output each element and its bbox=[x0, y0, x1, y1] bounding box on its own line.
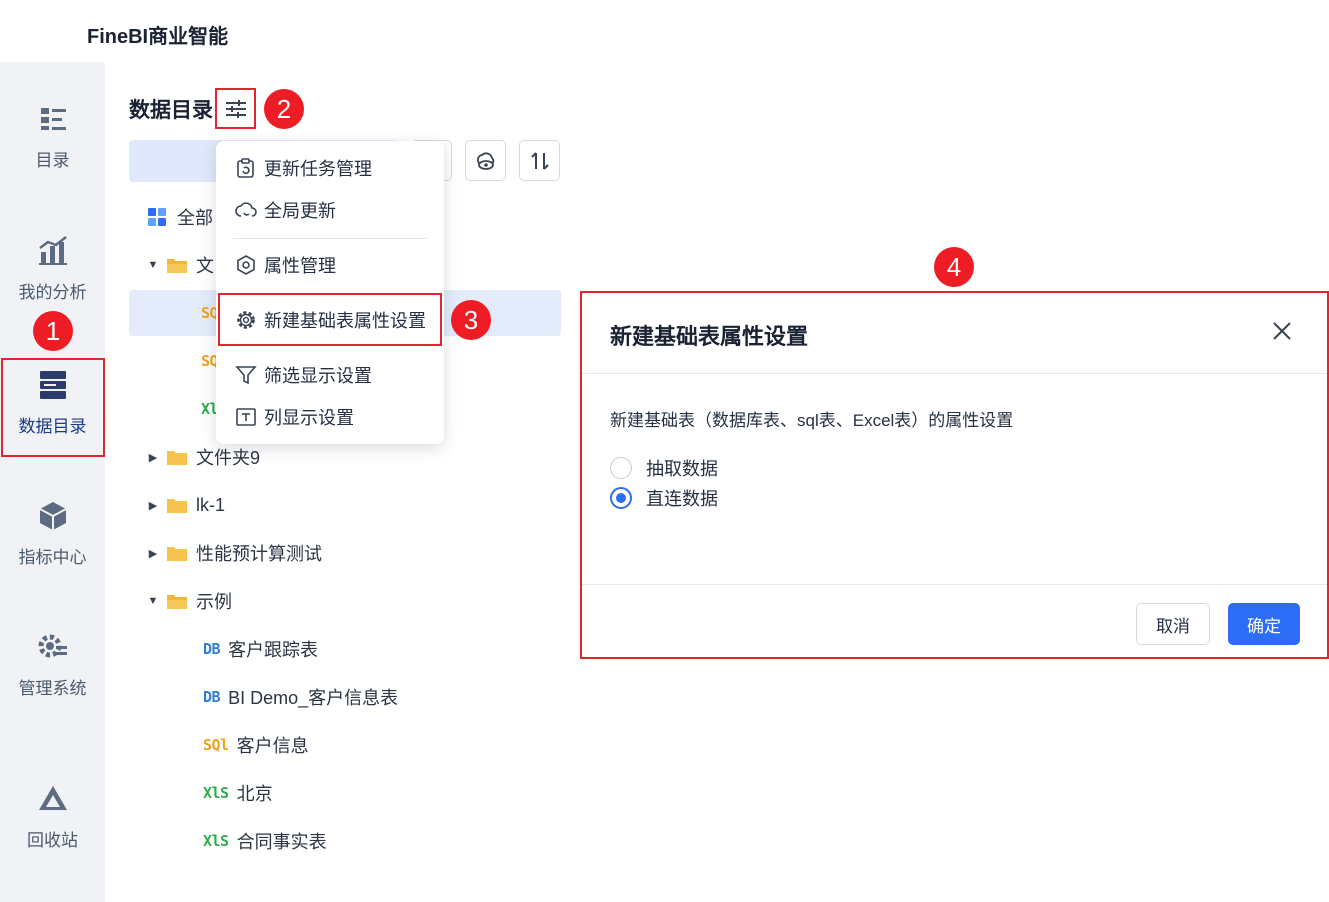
menu-item-column-display-settings[interactable]: 列显示设置 bbox=[216, 396, 444, 438]
db-icon: DB bbox=[203, 640, 221, 658]
tree-label: 北京 bbox=[236, 784, 273, 804]
radio-direct-data[interactable]: 直连数据 bbox=[610, 485, 718, 511]
db-icon: DB bbox=[203, 688, 221, 706]
menu-item-label: 全局更新 bbox=[264, 201, 336, 221]
step-badge-4: 4 bbox=[934, 247, 974, 287]
app-title: FineBI商业智能 bbox=[87, 26, 229, 48]
caret-down-icon[interactable]: ▼ bbox=[146, 258, 160, 272]
nav-item-management[interactable]: 管理系统 bbox=[0, 630, 105, 730]
tree-item[interactable]: DB BI Demo_客户信息表 bbox=[129, 674, 561, 720]
grid-icon bbox=[148, 208, 166, 226]
tree-label: 客户信息 bbox=[236, 736, 309, 756]
nav-label-recycle-bin: 回收站 bbox=[27, 831, 78, 850]
menu-item-label: 更新任务管理 bbox=[264, 159, 372, 179]
tree-label: BI Demo_客户信息表 bbox=[228, 688, 399, 708]
tree-item[interactable]: XlS 合同事实表 bbox=[129, 818, 561, 864]
tree-label: 示例 bbox=[196, 592, 232, 612]
caret-right-icon[interactable]: ▶ bbox=[146, 450, 160, 464]
menu-highlight-box bbox=[218, 293, 442, 346]
column-text-icon bbox=[236, 408, 256, 426]
caret-right-icon[interactable]: ▶ bbox=[146, 546, 160, 560]
menu-separator bbox=[233, 238, 427, 239]
panel-title: 数据目录 bbox=[129, 99, 213, 122]
tree-label: 客户跟踪表 bbox=[228, 640, 319, 660]
filter-settings-button[interactable] bbox=[215, 88, 256, 129]
menu-item-label: 筛选显示设置 bbox=[264, 366, 372, 386]
tree-label: 性能预计算测试 bbox=[196, 544, 322, 564]
cube-icon bbox=[39, 502, 66, 530]
settings-icon bbox=[38, 634, 67, 658]
chart-icon bbox=[38, 236, 67, 265]
tree-item[interactable]: SQl 客户信息 bbox=[129, 722, 561, 768]
sort-button[interactable] bbox=[519, 140, 560, 181]
cloud-refresh-icon bbox=[235, 202, 257, 217]
folder-icon bbox=[167, 547, 187, 561]
tree-label: 合同事实表 bbox=[236, 832, 327, 852]
radio-button[interactable] bbox=[610, 457, 632, 479]
nav-label-management: 管理系统 bbox=[18, 679, 87, 698]
sql-icon: SQl bbox=[203, 736, 229, 754]
recycle-icon bbox=[38, 786, 67, 810]
menu-item-global-update[interactable]: 全局更新 bbox=[216, 189, 444, 231]
tree-label: lk-1 bbox=[196, 494, 226, 515]
menu-item-property-management[interactable]: 属性管理 bbox=[216, 244, 444, 286]
folder-open-icon bbox=[167, 595, 187, 609]
tree-label: 文 bbox=[196, 256, 214, 276]
step-badge-2: 2 bbox=[264, 89, 304, 129]
sort-icon bbox=[530, 151, 549, 170]
new-table-property-dialog: 新建基础表属性设置 新建基础表（数据库表、sql表、Excel表）的属性设置 抽… bbox=[580, 291, 1329, 659]
tree-folder[interactable]: ▶ 性能预计算测试 bbox=[129, 530, 561, 576]
tree-item[interactable]: DB 客户跟踪表 bbox=[129, 626, 561, 672]
radio-button-checked[interactable] bbox=[610, 487, 632, 509]
folder-open-icon bbox=[167, 259, 187, 273]
visibility-button[interactable] bbox=[465, 140, 506, 181]
tree-folder[interactable]: ▶ lk-1 bbox=[129, 482, 561, 528]
nav-rail: 目录 我的分析 数据目录 指标中心 管理系统 回收站 bbox=[0, 62, 105, 902]
nav-item-recycle-bin[interactable]: 回收站 bbox=[0, 782, 105, 882]
nav-label-metrics-center: 指标中心 bbox=[18, 548, 87, 567]
folder-icon bbox=[167, 499, 187, 513]
nav-label-catalog: 目录 bbox=[35, 151, 70, 170]
filter-icon bbox=[235, 366, 257, 385]
tree-folder[interactable]: ▼ 示例 bbox=[129, 578, 561, 624]
sliders-icon bbox=[225, 99, 246, 118]
caret-down-icon[interactable]: ▼ bbox=[146, 594, 160, 608]
close-icon[interactable] bbox=[1270, 319, 1294, 343]
menu-item-filter-display-settings[interactable]: 筛选显示设置 bbox=[216, 354, 444, 396]
tree-item[interactable]: XlS 北京 bbox=[129, 770, 561, 816]
tree-label: 全部 bbox=[177, 208, 213, 228]
radio-label: 直连数据 bbox=[646, 489, 718, 509]
xls-icon: XlS bbox=[203, 832, 229, 850]
top-bar: FineBI商业智能 bbox=[0, 0, 581, 62]
folder-icon bbox=[167, 451, 187, 465]
confirm-button[interactable]: 确定 bbox=[1228, 603, 1300, 645]
step-badge-1: 1 bbox=[33, 311, 73, 351]
menu-item-update-tasks[interactable]: 更新任务管理 bbox=[216, 147, 444, 189]
nav-item-catalog[interactable]: 目录 bbox=[0, 102, 105, 202]
dialog-divider bbox=[582, 584, 1327, 585]
xls-icon: XlS bbox=[203, 784, 229, 802]
caret-right-icon[interactable]: ▶ bbox=[146, 498, 160, 512]
menu-item-label: 属性管理 bbox=[264, 256, 336, 276]
menu-item-label: 列显示设置 bbox=[264, 408, 354, 428]
nav-highlight-box bbox=[1, 358, 105, 457]
dialog-description: 新建基础表（数据库表、sql表、Excel表）的属性设置 bbox=[610, 411, 1014, 430]
dialog-divider bbox=[582, 373, 1327, 374]
step-badge-3: 3 bbox=[451, 300, 491, 340]
nav-item-metrics-center[interactable]: 指标中心 bbox=[0, 499, 105, 599]
cancel-button[interactable]: 取消 bbox=[1136, 603, 1210, 645]
nav-label-my-analysis: 我的分析 bbox=[18, 283, 87, 302]
tree-label: 文件夹9 bbox=[196, 448, 261, 468]
cloud-eye-icon bbox=[476, 151, 494, 170]
dialog-title: 新建基础表属性设置 bbox=[610, 324, 809, 349]
radio-label: 抽取数据 bbox=[646, 459, 718, 479]
hexagon-gear-icon bbox=[237, 255, 255, 275]
radio-extract-data[interactable]: 抽取数据 bbox=[610, 455, 718, 481]
list-icon bbox=[40, 108, 66, 130]
clipboard-refresh-icon bbox=[237, 158, 254, 178]
